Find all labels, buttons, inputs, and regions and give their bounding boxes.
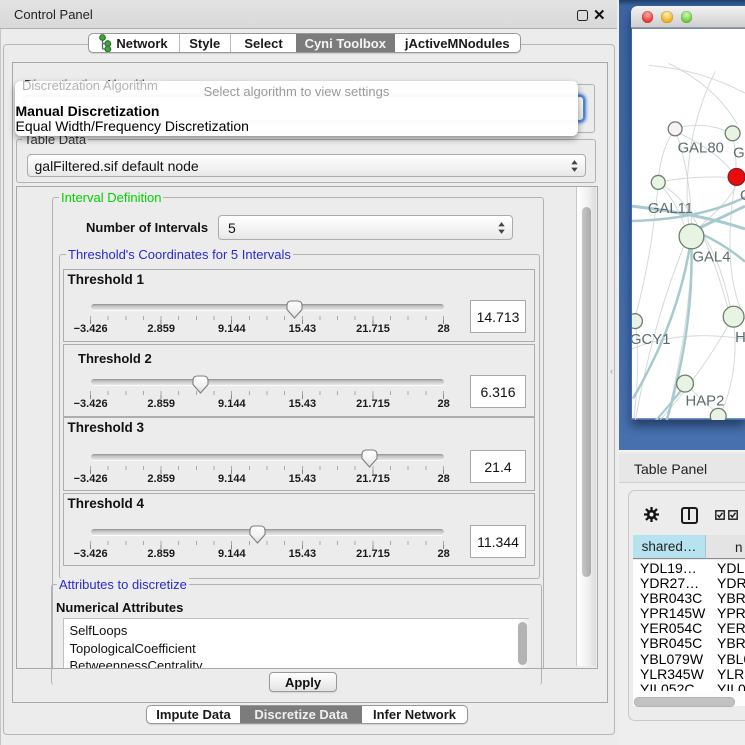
svg-text:G: G [740,188,745,204]
svg-text:GAL80: GAL80 [678,141,724,157]
svg-text:HAP2: HAP2 [686,393,725,409]
svg-text:H: H [735,330,745,346]
svg-text:GAL4: GAL4 [692,250,730,266]
svg-text:GCY1: GCY1 [632,332,670,348]
svg-text:GAL11: GAL11 [648,201,693,217]
svg-text:GA: GA [733,146,745,162]
